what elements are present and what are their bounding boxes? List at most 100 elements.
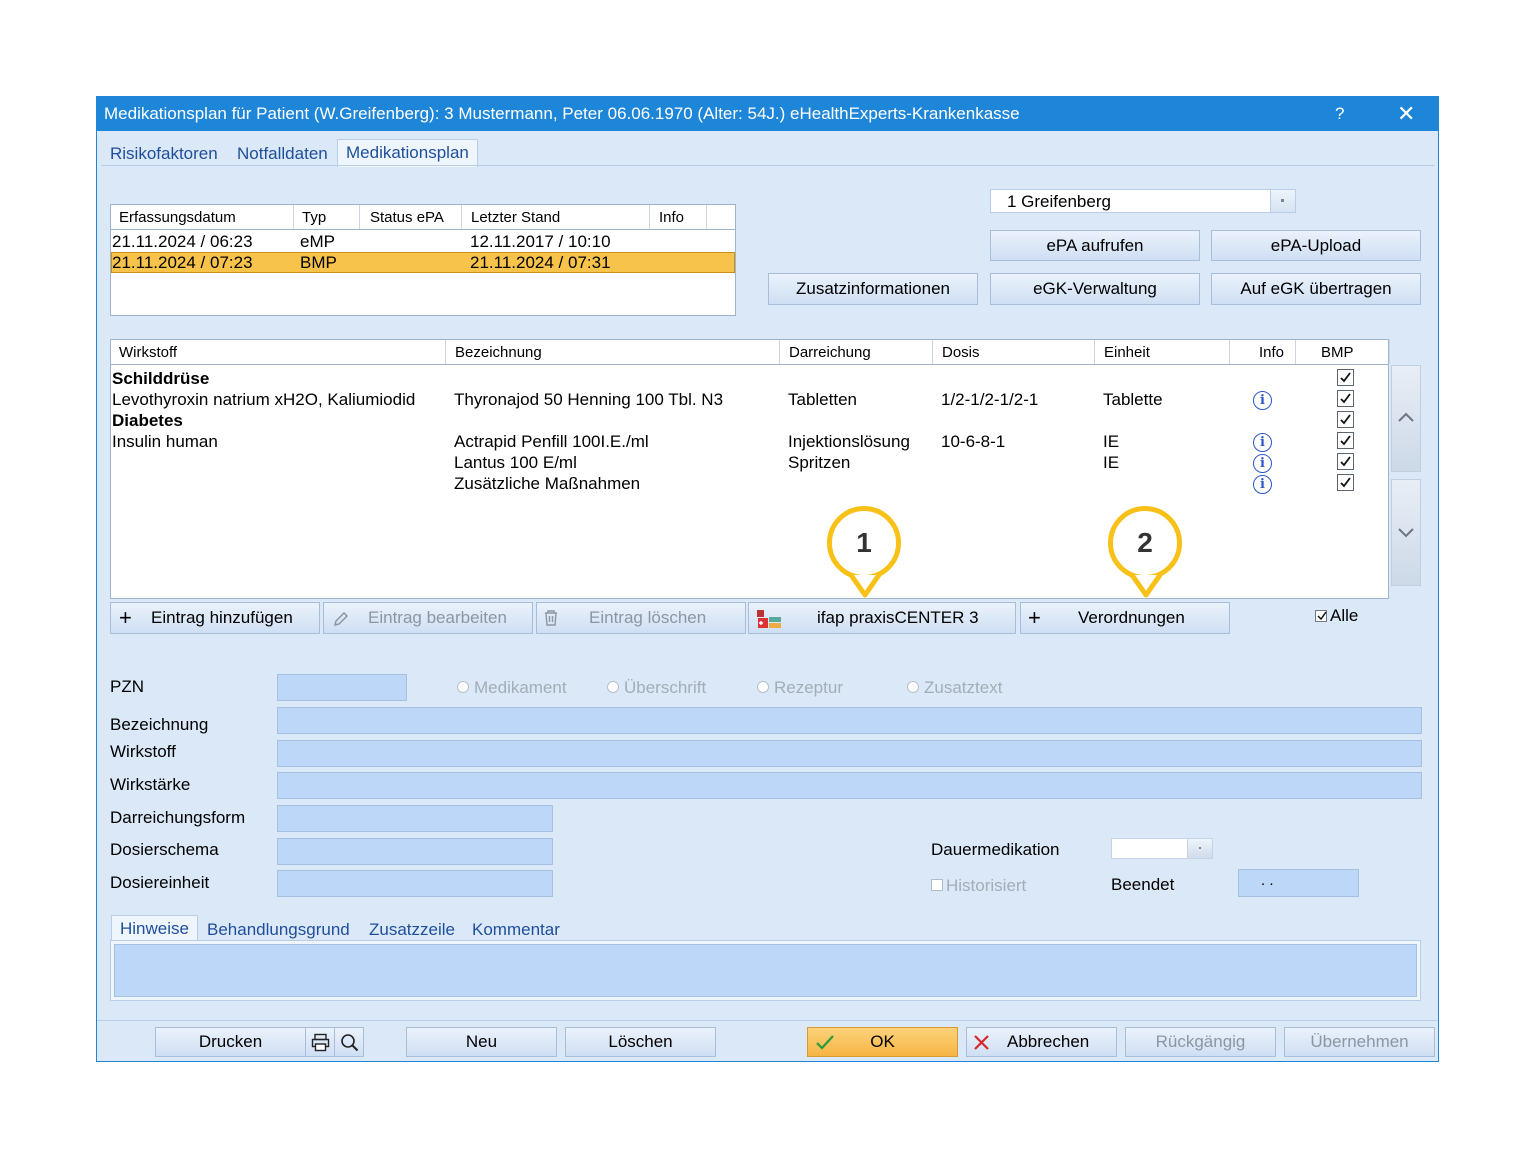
tab-hinweise[interactable]: Hinweise — [111, 915, 198, 943]
bezeichnung-input[interactable] — [277, 707, 1422, 734]
row-einheit: IE — [1103, 453, 1120, 472]
row-dosis: 10-6-8-1 — [941, 432, 1006, 451]
darreichungsform-label: Darreichungsform — [110, 808, 246, 827]
eintrag-bearbeiten-button[interactable]: Eintrag bearbeiten — [323, 602, 533, 634]
drucken-button[interactable]: Drucken — [155, 1027, 306, 1057]
rueckgaengig-button[interactable]: Rückgängig — [1125, 1027, 1276, 1057]
col-typ[interactable]: Typ — [302, 209, 326, 226]
uebernehmen-label: Übernehmen — [1310, 1032, 1409, 1051]
callout-2-number: 2 — [1137, 527, 1153, 558]
col-erfassungsdatum[interactable]: Erfassungsdatum — [119, 209, 236, 226]
bmp-checkbox[interactable] — [1337, 390, 1354, 407]
dosierschema-input[interactable] — [277, 838, 553, 865]
beendet-date-input[interactable]: . . — [1238, 869, 1359, 897]
radio-rezeptur[interactable]: Rezeptur — [757, 678, 843, 698]
chevron-down-icon[interactable] — [1187, 839, 1212, 858]
neu-button[interactable]: Neu — [406, 1027, 557, 1057]
col-bezeichnung[interactable]: Bezeichnung — [455, 344, 542, 361]
row-wirkstoff: Insulin human — [112, 432, 218, 451]
ifap-praxiscenter-label: ifap praxisCENTER 3 — [817, 608, 979, 627]
wirkstoff-input[interactable] — [277, 740, 1422, 767]
ifap-praxiscenter-button[interactable]: ifap praxisCENTER 3 — [748, 602, 1016, 634]
row-date: 21.11.2024 / 06:23 — [112, 232, 253, 251]
row-dosis: 1/2-1/2-1/2-1 — [941, 390, 1039, 409]
info-icon[interactable]: i — [1253, 475, 1272, 494]
info-icon[interactable]: i — [1253, 391, 1272, 410]
ok-button[interactable]: OK — [807, 1027, 958, 1057]
chevron-down-icon[interactable] — [1270, 190, 1295, 212]
abbrechen-button[interactable]: Abbrechen — [966, 1027, 1117, 1057]
alle-checkbox[interactable] — [1315, 610, 1327, 622]
bmp-checkbox[interactable] — [1337, 369, 1354, 386]
radio-medikament[interactable]: Medikament — [457, 678, 567, 698]
bmp-checkbox[interactable] — [1337, 453, 1354, 470]
col-darreichung[interactable]: Darreichung — [789, 344, 871, 361]
printer-icon — [311, 1033, 330, 1052]
historisiert-checkbox[interactable] — [931, 879, 943, 891]
eintrag-hinzufuegen-button[interactable]: + Eintrag hinzufügen — [110, 602, 320, 634]
pencil-icon — [333, 611, 349, 627]
tab-zusatzzeile[interactable]: Zusatzzeile — [369, 920, 455, 940]
wirkstaerke-input[interactable] — [277, 772, 1422, 799]
tab-notfalldaten[interactable]: Notfalldaten — [237, 144, 328, 164]
pzn-input[interactable] — [277, 674, 407, 701]
trash-icon — [545, 610, 557, 626]
hinweise-panel — [110, 940, 1421, 1001]
egk-verwaltung-button[interactable]: eGK-Verwaltung — [990, 273, 1200, 305]
tab-risikofaktoren[interactable]: Risikofaktoren — [110, 144, 218, 164]
dauermedikation-select[interactable] — [1111, 838, 1213, 859]
abbrechen-label: Abbrechen — [1007, 1032, 1090, 1051]
tab-divider — [101, 165, 1435, 166]
col-status-epa[interactable]: Status ePA — [370, 209, 444, 226]
epa-aufrufen-button[interactable]: ePA aufrufen — [990, 230, 1200, 261]
ifap-icon — [757, 610, 781, 628]
col-letzter-stand[interactable]: Letzter Stand — [471, 209, 560, 226]
bmp-checkbox[interactable] — [1337, 474, 1354, 491]
hinweise-textarea[interactable] — [114, 944, 1417, 997]
drucken-label: Drucken — [198, 1032, 263, 1051]
magnifier-icon — [341, 1034, 359, 1052]
zusatzinformationen-button[interactable]: Zusatzinformationen — [768, 273, 978, 305]
eintrag-loeschen-button[interactable]: Eintrag löschen — [536, 602, 746, 634]
bmp-checkbox[interactable] — [1337, 432, 1354, 449]
info-icon[interactable]: i — [1253, 454, 1272, 473]
row-typ: BMP — [300, 253, 337, 272]
help-button[interactable]: ? — [1335, 104, 1344, 124]
tab-kommentar[interactable]: Kommentar — [472, 920, 560, 940]
scroll-down-button[interactable] — [1391, 479, 1421, 586]
user-select[interactable]: 1 Greifenberg — [990, 189, 1296, 213]
eintrag-bearbeiten-label: Eintrag bearbeiten — [368, 608, 507, 627]
col-dosis[interactable]: Dosis — [942, 344, 980, 361]
col-wirkstoff[interactable]: Wirkstoff — [119, 344, 177, 361]
radio-zusatztext[interactable]: Zusatztext — [907, 678, 1002, 698]
auf-egk-uebertragen-button[interactable]: Auf eGK übertragen — [1211, 273, 1421, 305]
radio-ueberschrift[interactable]: Überschrift — [607, 678, 706, 698]
tab-behandlungsgrund[interactable]: Behandlungsgrund — [207, 920, 350, 940]
col-bmp[interactable]: BMP — [1321, 344, 1354, 361]
col-info[interactable]: Info — [1259, 344, 1284, 361]
table-row-selected[interactable]: 21.11.2024 / 07:23 BMP 21.11.2024 / 07:3… — [111, 252, 735, 273]
verordnungen-label: Verordnungen — [1078, 608, 1185, 627]
darreichungsform-input[interactable] — [277, 805, 553, 832]
callout-2-pointer — [1130, 575, 1162, 598]
close-icon[interactable]: ✕ — [1397, 101, 1415, 127]
bmp-checkbox[interactable] — [1337, 411, 1354, 428]
uebernehmen-button[interactable]: Übernehmen — [1284, 1027, 1435, 1057]
printer-button[interactable] — [305, 1027, 335, 1057]
historisiert-label: Historisiert — [946, 876, 1027, 895]
epa-upload-button[interactable]: ePA-Upload — [1211, 230, 1421, 261]
info-icon[interactable]: i — [1253, 433, 1272, 452]
scroll-up-button[interactable] — [1391, 365, 1421, 472]
row-typ: eMP — [300, 232, 335, 251]
dosiereinheit-input[interactable] — [277, 870, 553, 897]
egk-verwaltung-label: eGK-Verwaltung — [1033, 279, 1157, 298]
col-info[interactable]: Info — [659, 209, 684, 226]
tab-medikationsplan[interactable]: Medikationsplan — [337, 139, 478, 167]
print-preview-button[interactable] — [334, 1027, 364, 1057]
row-stand: 21.11.2024 / 07:31 — [470, 253, 611, 272]
row-wirkstoff: Diabetes — [112, 411, 183, 430]
loeschen-button[interactable]: Löschen — [565, 1027, 716, 1057]
col-einheit[interactable]: Einheit — [1104, 344, 1150, 361]
verordnungen-button[interactable]: + Verordnungen — [1020, 602, 1230, 634]
row-date: 21.11.2024 / 07:23 — [112, 253, 253, 272]
